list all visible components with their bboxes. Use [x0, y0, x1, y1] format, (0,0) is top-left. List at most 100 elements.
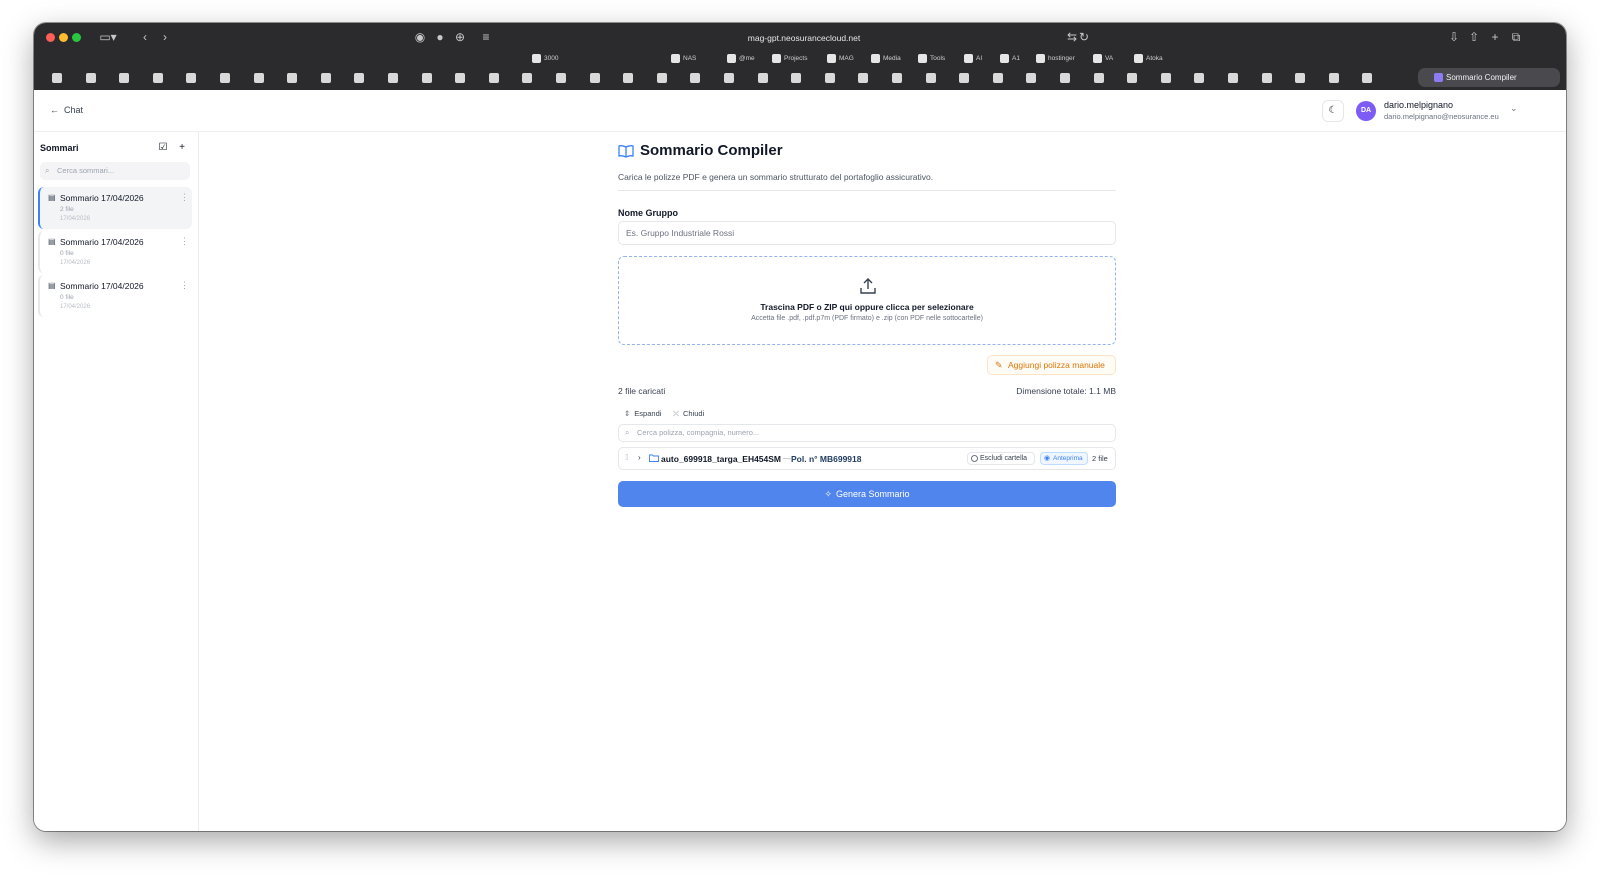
- sidebar-toggle-icon[interactable]: ▭▾: [94, 28, 122, 46]
- browser-tab[interactable]: [382, 69, 404, 86]
- bookmark-mag[interactable]: MAG: [827, 53, 854, 64]
- browser-tab[interactable]: [1155, 69, 1177, 86]
- book-open-icon: [618, 144, 634, 158]
- browser-tab[interactable]: [1289, 69, 1311, 86]
- chevron-right-icon[interactable]: ›: [638, 453, 641, 462]
- add-manual-policy-button[interactable]: ✎ Aggiungi polizza manuale: [987, 355, 1116, 375]
- browser-tab[interactable]: [617, 69, 639, 86]
- extension-icon[interactable]: ●: [434, 28, 446, 46]
- address-bar[interactable]: mag-gpt.neosurancecloud.net: [454, 28, 1154, 48]
- browser-tab[interactable]: [718, 69, 740, 86]
- back-to-chat-link[interactable]: ← Chat: [50, 105, 83, 115]
- policy-search-input[interactable]: ⌕ Cerca polizza, compagnia, numero...: [618, 424, 1116, 442]
- new-summary-icon[interactable]: +: [175, 141, 189, 155]
- avatar[interactable]: DA: [1356, 101, 1376, 121]
- bookmark-tools[interactable]: Tools: [918, 53, 945, 64]
- browser-tab[interactable]: [1121, 69, 1143, 86]
- more-options-icon[interactable]: ⋮: [180, 236, 189, 247]
- browser-tab[interactable]: [180, 69, 202, 86]
- browser-tab[interactable]: [584, 69, 606, 86]
- bookmark-projects[interactable]: Projects: [772, 53, 807, 64]
- folder-row[interactable]: ⁞⁞ › auto_699918_targa_EH454SM — Pol. n°…: [618, 447, 1116, 470]
- browser-tab[interactable]: [785, 69, 807, 86]
- browser-tab[interactable]: [147, 69, 169, 86]
- more-options-icon[interactable]: ⋮: [180, 280, 189, 291]
- chevron-down-icon[interactable]: ⌄: [1510, 103, 1518, 114]
- browser-tab[interactable]: [819, 69, 841, 86]
- browser-tab[interactable]: [46, 69, 68, 86]
- browser-tab[interactable]: [1088, 69, 1110, 86]
- bookmark-nas[interactable]: NAS: [671, 53, 696, 64]
- bookmark-media[interactable]: Media: [871, 53, 901, 64]
- browser-tab[interactable]: [449, 69, 471, 86]
- exclude-folder-button[interactable]: Escludi cartella: [967, 452, 1035, 465]
- tab-favicon-icon: [925, 73, 936, 83]
- browser-tab[interactable]: [1256, 69, 1278, 86]
- tab-overview-icon[interactable]: ⧉: [1510, 28, 1522, 46]
- minimize-window-button[interactable]: [59, 33, 68, 42]
- browser-tab[interactable]: [1020, 69, 1042, 86]
- browser-tab[interactable]: [852, 69, 874, 86]
- browser-tab[interactable]: [315, 69, 337, 86]
- profile-icon[interactable]: ◉: [414, 28, 426, 46]
- browser-tab[interactable]: [1054, 69, 1076, 86]
- collapse-all-button[interactable]: ⤫ Chiudi: [673, 409, 704, 419]
- browser-tab[interactable]: [752, 69, 774, 86]
- browser-tab[interactable]: [953, 69, 975, 86]
- browser-tab[interactable]: [348, 69, 370, 86]
- tab-favicon-icon: [152, 73, 163, 83]
- moon-icon: ☾: [1328, 105, 1338, 116]
- reload-icon[interactable]: ↻: [1078, 28, 1090, 46]
- page-title-row: Sommario Compiler: [618, 142, 783, 159]
- bookmark-me[interactable]: @me: [727, 53, 755, 64]
- more-options-icon[interactable]: ⋮: [180, 192, 189, 203]
- zoom-window-button[interactable]: [72, 33, 81, 42]
- file-dropzone[interactable]: Trascina PDF o ZIP qui oppure clicca per…: [618, 256, 1116, 345]
- browser-tab[interactable]: [483, 69, 505, 86]
- summary-name: Sommario 17/04/2026: [60, 281, 144, 291]
- download-icon[interactable]: ⇩: [1448, 28, 1460, 46]
- browser-tab[interactable]: [416, 69, 438, 86]
- close-window-button[interactable]: [46, 33, 55, 42]
- browser-tab[interactable]: [651, 69, 673, 86]
- bookmark-va[interactable]: VA: [1093, 53, 1113, 64]
- share-icon[interactable]: ⇧: [1468, 28, 1480, 46]
- browser-tab[interactable]: [214, 69, 236, 86]
- select-summaries-icon[interactable]: ☑: [156, 141, 170, 155]
- folder-icon: [964, 53, 973, 63]
- browser-tab[interactable]: [1356, 69, 1378, 86]
- bookmark-a1[interactable]: A1: [1000, 53, 1020, 64]
- bookmark-hostinger[interactable]: hostinger: [1036, 53, 1075, 64]
- browser-tab[interactable]: [987, 69, 1009, 86]
- browser-tab[interactable]: [550, 69, 572, 86]
- new-tab-icon[interactable]: +: [1489, 28, 1501, 46]
- browser-tab[interactable]: [248, 69, 270, 86]
- preview-button[interactable]: ◉ Anteprima: [1040, 452, 1088, 465]
- browser-tab[interactable]: [1323, 69, 1345, 86]
- expand-all-button[interactable]: ⇕ Espandi: [624, 409, 661, 418]
- generate-summary-button[interactable]: ✧ Genera Sommario: [618, 481, 1116, 507]
- browser-tab[interactable]: [920, 69, 942, 86]
- browser-tab[interactable]: [516, 69, 538, 86]
- drag-handle-icon[interactable]: ⁞⁞: [625, 453, 629, 462]
- tab-sommario-compiler[interactable]: Sommario Compiler: [1418, 68, 1560, 87]
- theme-toggle-button[interactable]: ☾: [1322, 100, 1344, 122]
- browser-tab[interactable]: [80, 69, 102, 86]
- browser-tab[interactable]: [1188, 69, 1210, 86]
- bookmark-3000[interactable]: 3000: [532, 53, 558, 64]
- sidebar-item-summary[interactable]: ▤ Sommario 17/04/2026 2 file 17/04/2026 …: [38, 187, 192, 229]
- group-name-input[interactable]: Es. Gruppo Industriale Rossi: [618, 221, 1116, 245]
- bookmark-atoka[interactable]: Atoka: [1134, 53, 1163, 64]
- sidebar-item-summary[interactable]: ▤ Sommario 17/04/2026 0 file 17/04/2026 …: [38, 275, 192, 317]
- forward-nav-icon[interactable]: ›: [158, 28, 172, 46]
- summary-search-input[interactable]: ⌕ Cerca sommari...: [40, 162, 190, 180]
- browser-tab[interactable]: [886, 69, 908, 86]
- browser-tab[interactable]: [684, 69, 706, 86]
- translate-icon[interactable]: ⇆: [1066, 28, 1078, 46]
- browser-tab[interactable]: [1222, 69, 1244, 86]
- back-nav-icon[interactable]: ‹: [138, 28, 152, 46]
- browser-tab[interactable]: [113, 69, 135, 86]
- browser-tab[interactable]: [281, 69, 303, 86]
- sidebar-item-summary[interactable]: ▤ Sommario 17/04/2026 0 file 17/04/2026 …: [38, 231, 192, 273]
- bookmark-ai[interactable]: AI: [964, 53, 982, 64]
